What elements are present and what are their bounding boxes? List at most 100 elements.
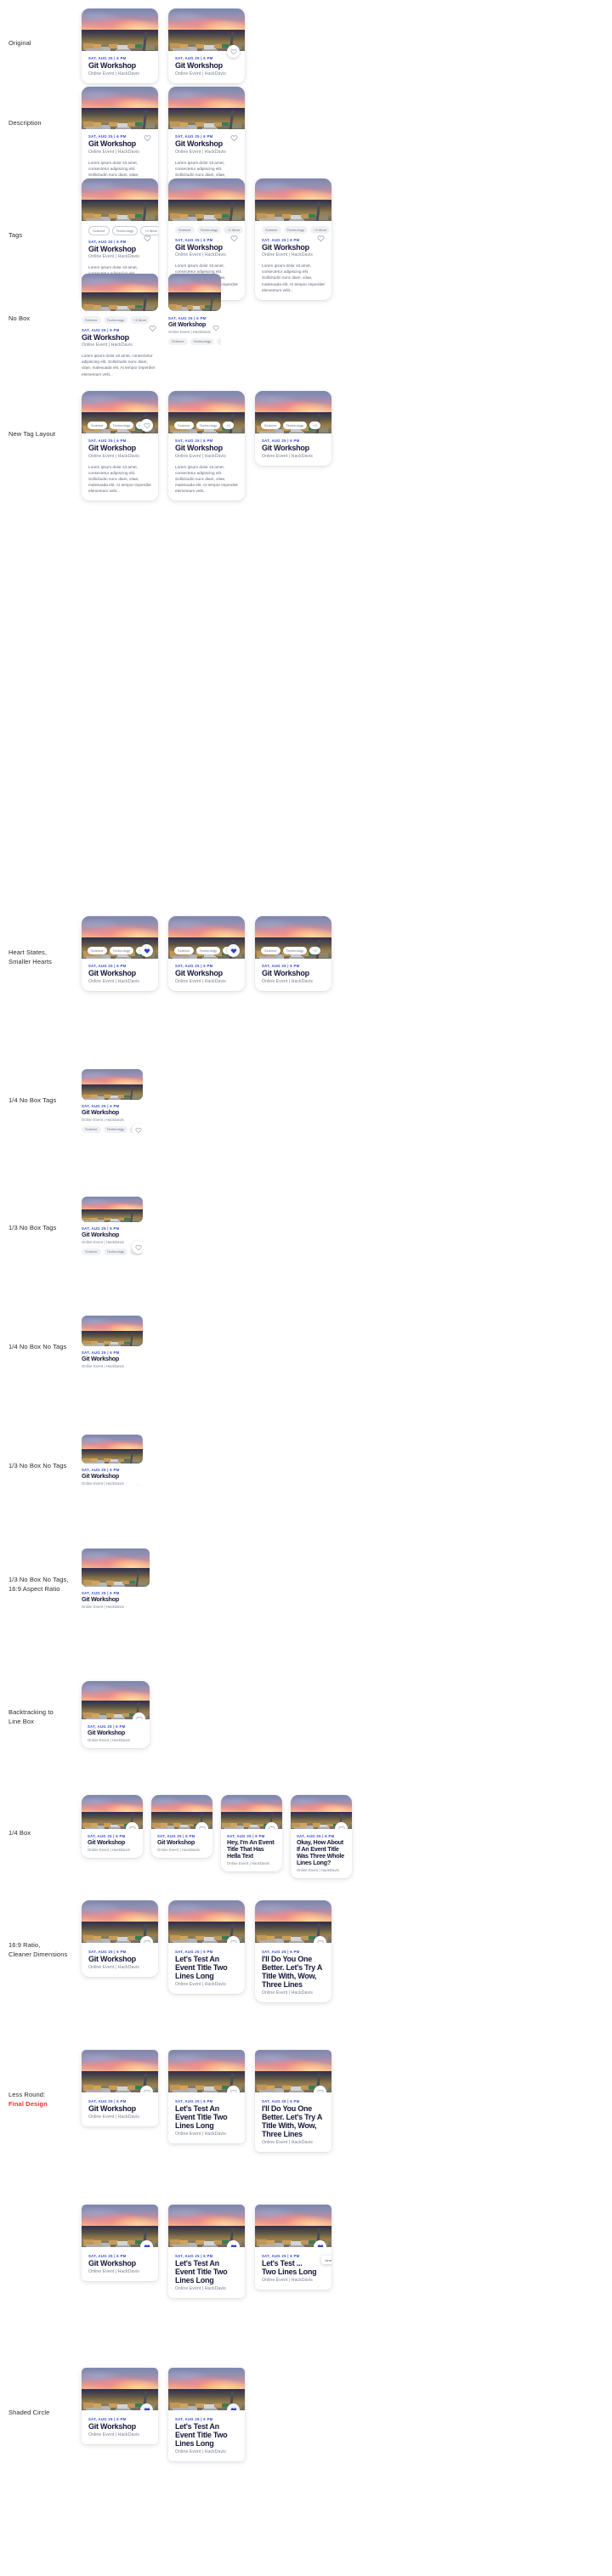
heart-outline-icon[interactable] xyxy=(140,419,153,432)
tag-chip[interactable]: Science xyxy=(88,947,107,954)
tag-chip[interactable]: Technology xyxy=(103,1125,128,1134)
tag-chip[interactable]: Science xyxy=(82,1248,101,1256)
heart-filled-icon[interactable] xyxy=(227,2240,240,2247)
event-card[interactable]: SAT, AUG 25 | 6 PM I'll Do You One Bette… xyxy=(255,1900,332,2002)
tag-chip[interactable]: Technology xyxy=(283,226,309,234)
tag-chip[interactable]: Science xyxy=(261,947,280,954)
event-card[interactable]: SAT, AUG 25 | 6 PM Let's Test An Event T… xyxy=(168,2205,245,2298)
tag-chip[interactable]: Science xyxy=(82,1125,101,1134)
tag-chip[interactable]: Technology xyxy=(103,1248,128,1256)
heart-outline-icon[interactable] xyxy=(144,134,151,142)
tag-chip[interactable]: Science xyxy=(261,422,280,429)
event-card[interactable]: SAT, AUG 25 | 6 PM Git Workshop Online E… xyxy=(82,1900,158,1977)
event-title: Git Workshop xyxy=(88,1729,125,1736)
tag-chip-more[interactable]: +2 xyxy=(309,422,320,429)
tag-chip-more[interactable]: +2 More xyxy=(130,316,150,324)
heart-outline-icon[interactable] xyxy=(314,2086,326,2092)
event-card[interactable]: SAT, AUG 25 | 6 PM Git Workshop Online E… xyxy=(82,1069,143,1134)
event-card[interactable]: Science Technology +2 SAT, AUG 25 | 6 PM… xyxy=(82,391,158,501)
event-card[interactable]: SAT, AUG 25 | 6 PM Git Workshop Online E… xyxy=(82,1548,150,1609)
event-card[interactable]: SAT, AUG 25 | 6 PM Git Workshop Online E… xyxy=(82,1197,143,1256)
event-card[interactable]: Science Technology +2 SAT, AUG 25 | 6 PM… xyxy=(168,391,245,501)
event-card[interactable]: SAT, AUG 25 | 6 PM Let's Test An Event T… xyxy=(168,1900,245,1994)
event-card[interactable]: Science Technology +2 SAT, AUG 25 | 6 PM… xyxy=(255,916,332,991)
heart-outline-icon[interactable] xyxy=(317,235,325,242)
heart-outline-icon[interactable] xyxy=(335,1822,348,1829)
heart-filled-icon[interactable] xyxy=(314,2240,326,2247)
event-card[interactable]: SAT, AUG 25 | 6 PM Let's Test ... Two Li… xyxy=(255,2205,332,2290)
heart-outline-icon[interactable] xyxy=(227,1936,240,1943)
event-subtitle: Online Event | HackDavis xyxy=(82,1604,124,1609)
tag-chip[interactable]: Technology xyxy=(103,316,128,324)
heart-filled-icon[interactable] xyxy=(140,2403,153,2410)
tag-chip[interactable]: Science xyxy=(82,316,101,324)
heart-outline-icon[interactable] xyxy=(227,2086,240,2092)
tag-chip-more[interactable]: +2 xyxy=(217,337,221,346)
tag-chip[interactable]: Science xyxy=(175,226,195,234)
heart-outline-icon[interactable] xyxy=(227,45,240,58)
event-card[interactable]: SAT, AUG 25 | 6 PM Let's Test An Event T… xyxy=(168,2050,245,2143)
heart-outline-icon[interactable] xyxy=(133,1713,145,1719)
event-card[interactable]: SAT, AUG 25 | 6 PM I'll Do You One Bette… xyxy=(255,2050,332,2152)
tag-chip-more[interactable]: +2 More xyxy=(140,226,158,235)
tag-chip[interactable]: Science xyxy=(262,226,281,234)
heart-outline-icon[interactable] xyxy=(230,235,238,242)
tag-chip[interactable]: Science xyxy=(174,947,194,954)
heart-outline-icon[interactable] xyxy=(132,1124,143,1134)
heart-outline-icon[interactable] xyxy=(140,2086,153,2092)
tag-chip[interactable]: Technology xyxy=(196,947,221,954)
heart-outline-icon[interactable] xyxy=(140,1936,153,1943)
event-title: Git Workshop xyxy=(262,969,309,977)
heart-filled-icon[interactable] xyxy=(227,944,240,957)
heart-outline-icon[interactable] xyxy=(314,1936,326,1943)
heart-outline-icon[interactable] xyxy=(132,1241,143,1254)
tag-chip[interactable]: Technology xyxy=(111,226,139,235)
heart-filled-icon[interactable] xyxy=(140,944,153,957)
event-card[interactable]: SAT, AUG 25 | 6 PM Git Workshop Online E… xyxy=(82,1795,143,1858)
tag-chip[interactable]: Technology xyxy=(190,337,215,346)
event-card[interactable]: Science Technology +2 More SAT, AUG 25 |… xyxy=(255,178,332,300)
tag-chip[interactable]: Science xyxy=(174,422,194,429)
event-card[interactable]: SAT, AUG 25 | 6 PM Git Workshop Online E… xyxy=(82,2205,158,2281)
event-card[interactable]: SAT, AUG 25 | 6 PM Let's Test An Event T… xyxy=(168,2368,245,2461)
heart-filled-icon[interactable] xyxy=(227,2403,240,2410)
heart-outline-icon[interactable] xyxy=(126,1822,139,1829)
tag-chip-more[interactable]: +2 xyxy=(309,947,320,954)
event-card[interactable]: SAT, AUG 25 | 6 PM Git Workshop Online E… xyxy=(168,8,245,83)
tag-chip[interactable]: Technology xyxy=(196,226,222,234)
heart-outline-icon[interactable] xyxy=(230,134,238,142)
tag-chip[interactable]: Technology xyxy=(109,947,134,954)
tag-list: Science Technology +2 xyxy=(261,422,320,429)
event-card[interactable]: SAT, AUG 25 | 6 PM Git Workshop Online E… xyxy=(82,8,158,83)
event-card[interactable]: SAT, AUG 25 | 6 PM Hey, I'm An Event Tit… xyxy=(221,1795,282,1871)
tag-chip-more[interactable]: +2 More xyxy=(310,226,331,234)
tag-chip[interactable]: Technology xyxy=(282,422,308,429)
event-card[interactable]: Science Technology +2 SAT, AUG 25 | 6 PM… xyxy=(168,916,245,991)
event-card[interactable]: Science Technology +2 SAT, AUG 25 | 6 PM… xyxy=(82,916,158,991)
event-card[interactable]: SAT, AUG 25 | 6 PM Git Workshop Online E… xyxy=(82,1681,150,1748)
tag-chip[interactable]: Technology xyxy=(196,422,221,429)
event-card[interactable]: Science Technology +2 More SAT, AUG 25 |… xyxy=(82,274,158,377)
heart-outline-icon[interactable] xyxy=(212,325,219,331)
tag-chip[interactable]: Science xyxy=(88,226,110,235)
event-card[interactable]: SAT, AUG 25 | 6 PM Git Workshop Online E… xyxy=(82,2050,158,2126)
heart-outline-icon[interactable] xyxy=(149,325,156,332)
event-subtitle: Online Event | HackDavis xyxy=(175,149,226,155)
event-card[interactable]: SAT, AUG 25 | 6 PM Git Workshop Online E… xyxy=(82,2368,158,2444)
tag-chip[interactable]: Science xyxy=(88,422,107,429)
tag-chip[interactable]: Technology xyxy=(282,947,308,954)
tag-chip[interactable]: Technology xyxy=(109,422,134,429)
event-card[interactable]: SAT, AUG 25 | 6 PM Git Workshop Online E… xyxy=(82,1435,143,1486)
heart-outline-icon[interactable] xyxy=(265,1822,278,1829)
event-card[interactable]: SAT, AUG 25 | 6 PM Git Workshop Online E… xyxy=(151,1795,212,1858)
tag-chip-more[interactable]: +2 More xyxy=(224,226,244,234)
tag-chip[interactable]: Science xyxy=(168,337,188,346)
event-card[interactable]: SAT, AUG 25 | 6 PM Git Workshop Online E… xyxy=(168,274,221,346)
event-card[interactable]: SAT, AUG 25 | 6 PM Git Workshop Online E… xyxy=(82,1316,143,1368)
tag-chip-more[interactable]: +2 xyxy=(223,422,234,429)
heart-filled-icon[interactable] xyxy=(140,2240,153,2247)
heart-outline-icon[interactable] xyxy=(196,1822,208,1829)
heart-outline-icon[interactable] xyxy=(144,235,151,242)
event-card[interactable]: SAT, AUG 25 | 6 PM Okay, How About If An… xyxy=(291,1795,352,1878)
event-card[interactable]: Science Technology +2 SAT, AUG 25 | 6 PM… xyxy=(255,391,332,466)
